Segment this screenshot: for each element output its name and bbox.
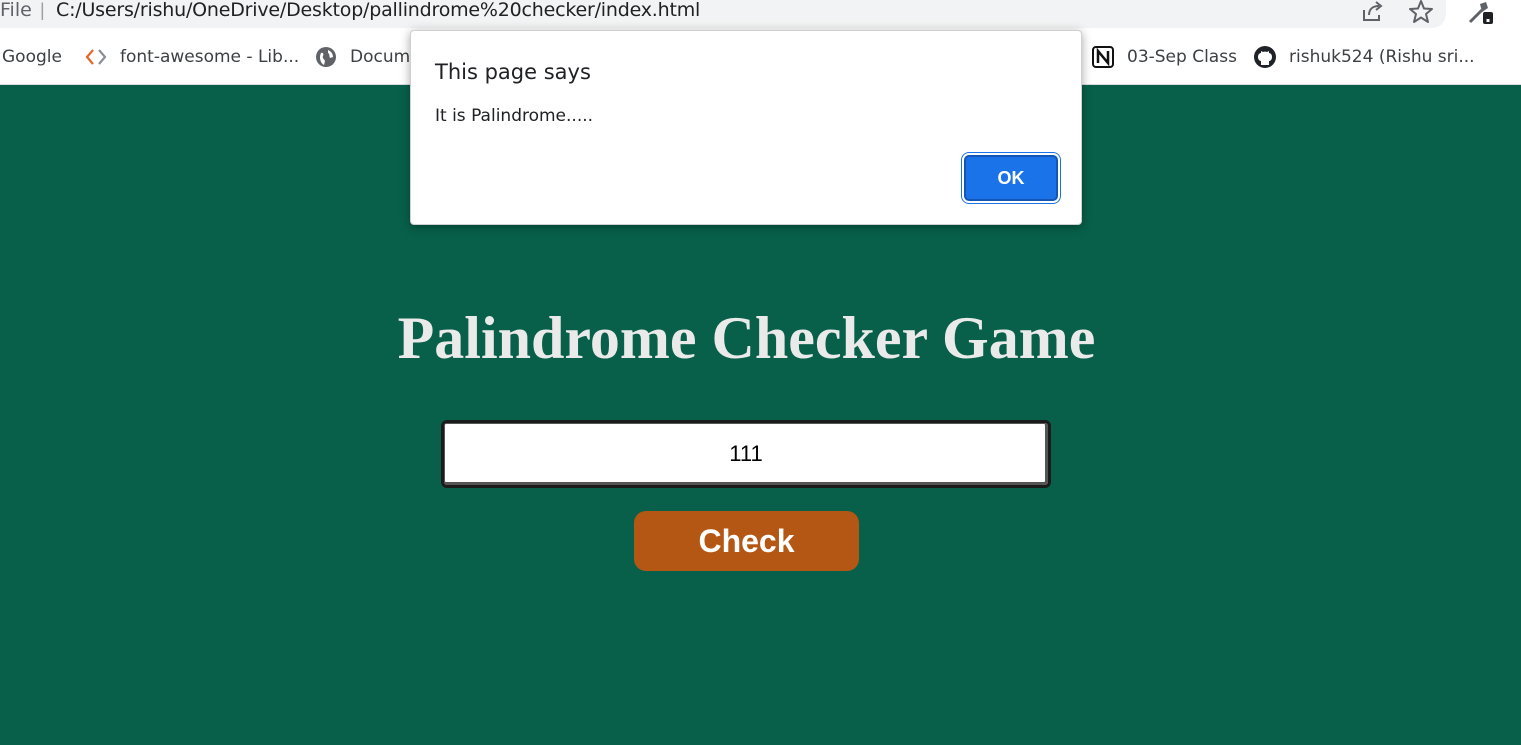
dialog-title: This page says [435, 60, 591, 84]
extension-icon[interactable] [1466, 0, 1494, 26]
bookmark-notion[interactable]: 03-Sep Class [1091, 44, 1237, 70]
page-title: Palindrome Checker Game [397, 305, 1096, 371]
address-bar: File | C:/Users/rishu/OneDrive/Desktop/p… [0, 0, 1521, 30]
bookmark-label: font-awesome - Lib... [120, 47, 300, 67]
bookmark-github[interactable]: rishuk524 (Rishu sri... [1253, 44, 1475, 70]
alert-dialog: This page says It is Palindrome..... OK [410, 30, 1082, 225]
bookmark-google[interactable]: Google [2, 44, 62, 70]
bookmark-star-icon[interactable] [1407, 0, 1435, 26]
bookmark-documents[interactable]: Docume [314, 44, 421, 70]
url-separator: | [40, 0, 45, 20]
bookmark-font-awesome[interactable]: font-awesome - Lib... [84, 44, 299, 70]
bookmark-label: Google [2, 47, 62, 67]
bookmark-label: 03-Sep Class [1127, 47, 1237, 67]
code-icon [85, 49, 107, 65]
ok-button[interactable]: OK [964, 155, 1058, 201]
dialog-message: It is Palindrome..... [435, 106, 594, 126]
github-icon [1254, 46, 1276, 68]
url-scheme-label: File [0, 0, 32, 21]
url-text[interactable]: C:/Users/rishu/OneDrive/Desktop/pallindr… [56, 0, 700, 21]
palindrome-input[interactable] [441, 420, 1051, 488]
share-icon[interactable] [1358, 0, 1386, 26]
check-button[interactable]: Check [634, 511, 859, 571]
notion-icon [1092, 46, 1114, 68]
bookmark-label: rishuk524 (Rishu sri... [1289, 47, 1475, 67]
globe-icon [316, 47, 336, 67]
omnibox[interactable]: File | C:/Users/rishu/OneDrive/Desktop/p… [0, 0, 1446, 28]
